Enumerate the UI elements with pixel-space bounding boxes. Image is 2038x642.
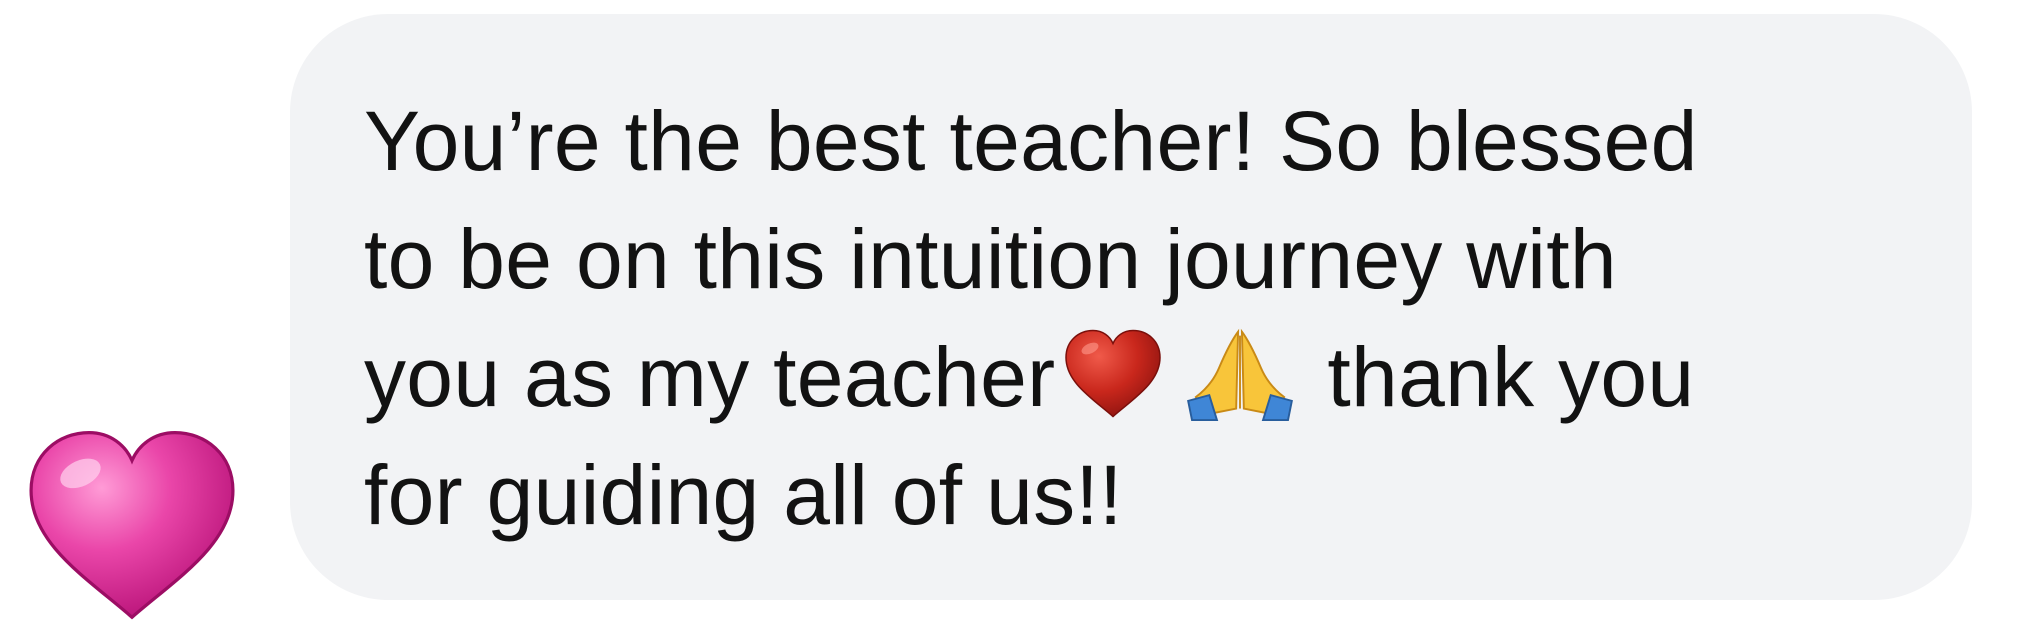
red-heart-icon [1063,326,1163,422]
message-segment: thank you [1327,330,1695,424]
pink-heart-icon [24,424,240,628]
message-text: You’re the best teacher! So blessed to b… [364,82,1912,554]
folded-hands-icon [1181,326,1299,422]
message-line: you as my teacher thank you [364,318,1912,436]
message-line: to be on this intuition journey with [364,212,1617,306]
message-line: for guiding all of us!! [364,448,1123,542]
message-line: You’re the best teacher! So blessed [364,94,1698,188]
message-segment: you as my teacher [364,330,1056,424]
message-bubble[interactable]: You’re the best teacher! So blessed to b… [290,14,1972,600]
